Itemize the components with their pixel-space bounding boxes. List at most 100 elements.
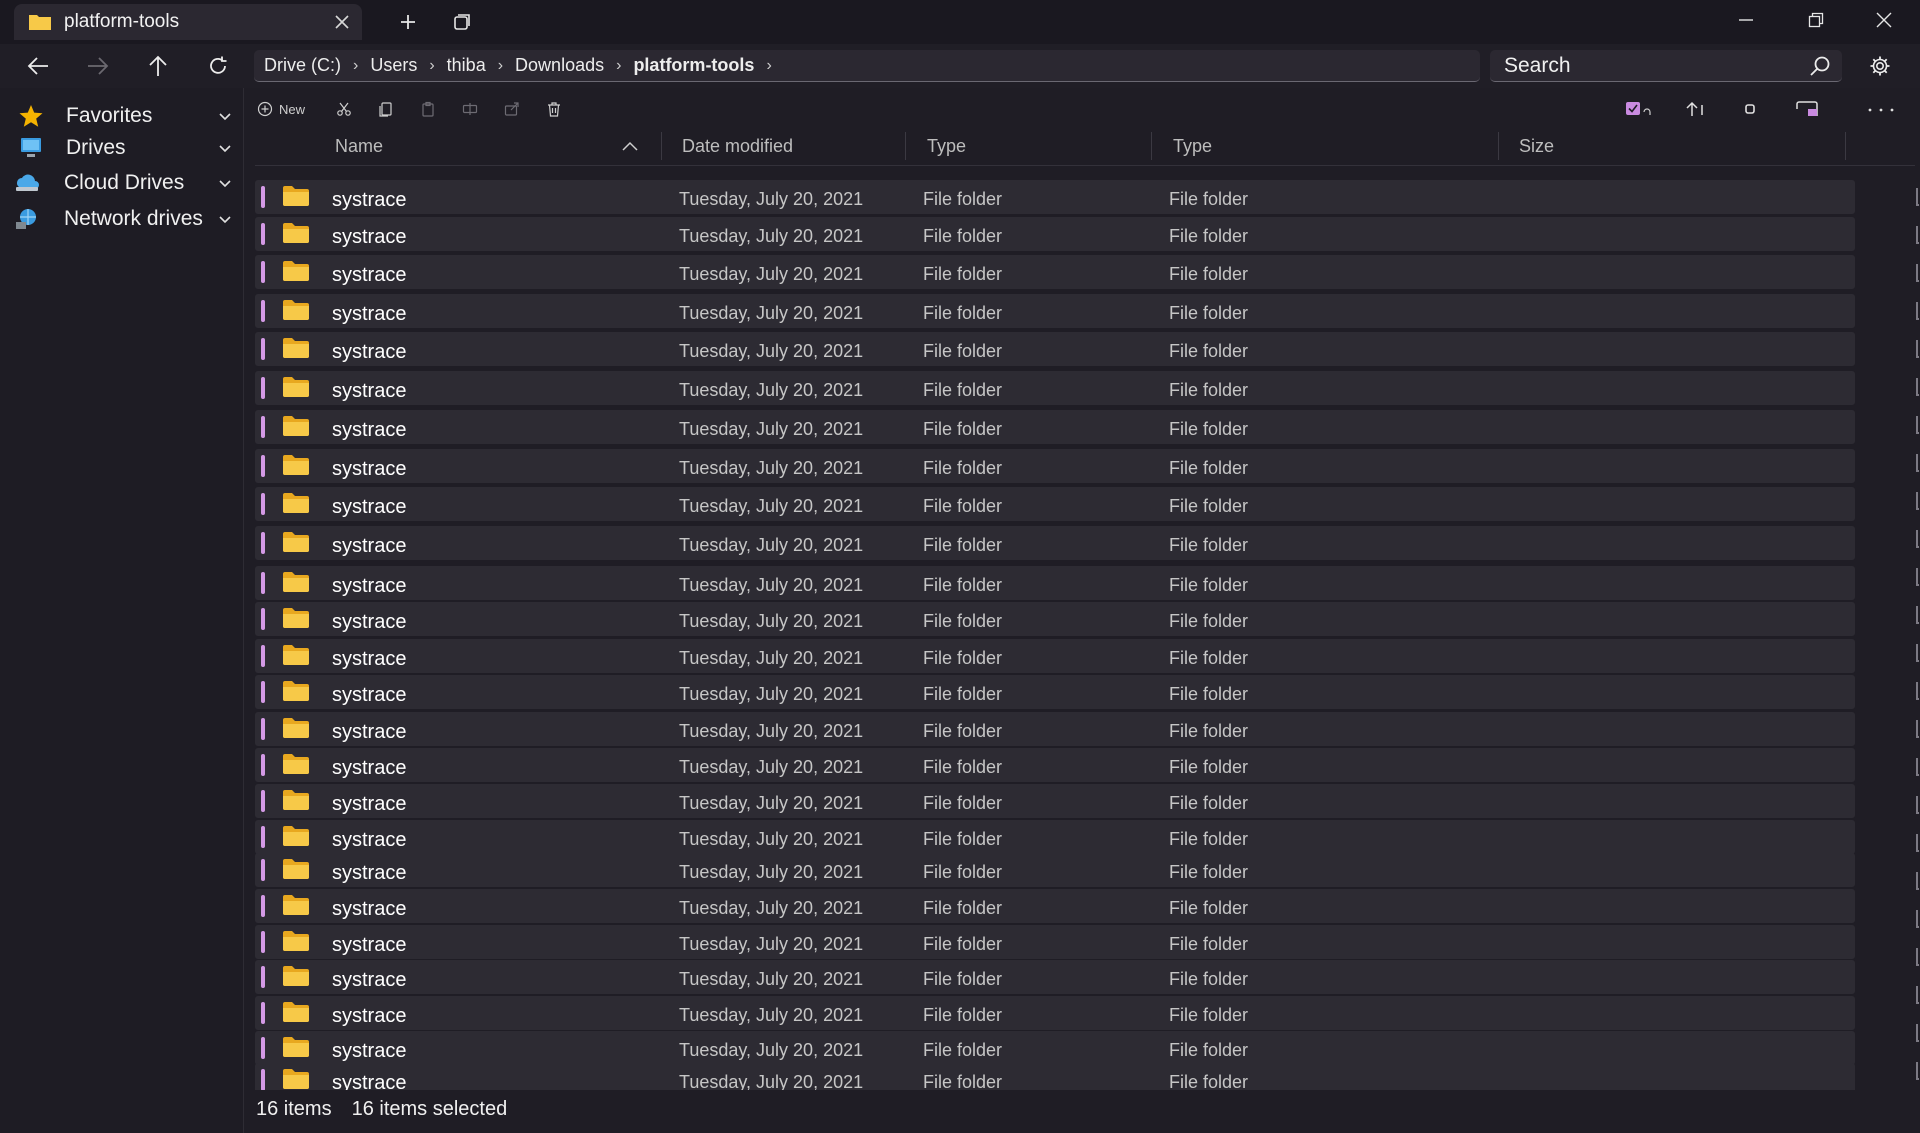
file-name[interactable]: systrace (332, 684, 406, 707)
column-divider[interactable] (661, 132, 662, 160)
chevron-down-icon[interactable] (217, 211, 233, 227)
restore-icon[interactable] (1800, 4, 1832, 36)
column-header-type[interactable]: Type (927, 136, 966, 157)
chevron-right-icon[interactable]: › (498, 57, 503, 75)
refresh-button[interactable] (202, 50, 234, 82)
table-row[interactable]: systrace Tuesday, July 20, 2021 File folde… (255, 410, 1855, 444)
breadcrumb-current[interactable]: platform-tools › (633, 55, 783, 76)
more-options-icon[interactable] (1866, 98, 1896, 120)
table-row[interactable]: systrace Tuesday, July 20, 2021 File folde… (255, 996, 1855, 1030)
column-divider[interactable] (1151, 132, 1152, 160)
table-row[interactable]: systrace Tuesday, July 20, 2021 File folde… (255, 639, 1855, 673)
file-name[interactable]: systrace (332, 829, 406, 852)
sort-ascending-icon[interactable] (621, 140, 639, 152)
column-header-size[interactable]: Size (1519, 136, 1554, 157)
copy-button[interactable] (378, 98, 400, 120)
column-divider[interactable] (905, 132, 906, 160)
table-row[interactable]: systrace Tuesday, July 20, 2021 File folde… (255, 1063, 1855, 1090)
table-row[interactable]: systrace Tuesday, July 20, 2021 File folde… (255, 371, 1855, 405)
file-name[interactable]: systrace (332, 757, 406, 780)
table-row[interactable]: systrace Tuesday, July 20, 2021 File folde… (255, 217, 1855, 251)
file-name[interactable]: systrace (332, 380, 406, 403)
file-name[interactable]: systrace (332, 969, 406, 992)
rename-button[interactable] (462, 98, 484, 120)
new-tab-icon[interactable] (392, 6, 424, 38)
search-input[interactable]: Search (1490, 50, 1842, 82)
preview-pane-button[interactable] (1792, 98, 1822, 120)
file-name[interactable]: systrace (332, 496, 406, 519)
chevron-right-icon[interactable]: › (353, 57, 358, 75)
table-row[interactable]: systrace Tuesday, July 20, 2021 File folde… (255, 889, 1855, 923)
column-header-type-2[interactable]: Type (1173, 136, 1212, 157)
chevron-down-icon[interactable] (217, 140, 233, 156)
close-tab-icon[interactable] (328, 8, 356, 36)
file-name[interactable]: systrace (332, 648, 406, 671)
chevron-down-icon[interactable] (217, 108, 233, 124)
file-name[interactable]: systrace (332, 419, 406, 442)
column-header-name[interactable]: Name (335, 136, 383, 157)
minimize-icon[interactable] (1730, 4, 1762, 36)
up-button[interactable] (142, 50, 174, 82)
file-name[interactable]: systrace (332, 458, 406, 481)
delete-button[interactable] (546, 98, 568, 120)
table-row[interactable]: systrace Tuesday, July 20, 2021 File folde… (255, 487, 1855, 521)
file-name[interactable]: systrace (332, 1072, 406, 1090)
file-name[interactable]: systrace (332, 862, 406, 885)
table-row[interactable]: systrace Tuesday, July 20, 2021 File folde… (255, 820, 1855, 854)
file-name[interactable]: systrace (332, 189, 406, 212)
file-name[interactable]: systrace (332, 721, 406, 744)
layout-button[interactable] (1735, 98, 1765, 120)
close-window-icon[interactable] (1868, 4, 1900, 36)
table-row[interactable]: systrace Tuesday, July 20, 2021 File folde… (255, 332, 1855, 366)
file-name[interactable]: systrace (332, 226, 406, 249)
table-row[interactable]: systrace Tuesday, July 20, 2021 File folde… (255, 255, 1855, 289)
back-button[interactable] (22, 50, 54, 82)
breadcrumb[interactable]: Drive (C:) › Users › thiba › Downloads › pla… (254, 50, 1480, 82)
sidebar-item-drives[interactable]: Drives (0, 131, 243, 165)
file-name[interactable]: systrace (332, 611, 406, 634)
column-divider[interactable] (1498, 132, 1499, 160)
sort-button[interactable] (1680, 98, 1710, 120)
tab-actions-icon[interactable] (446, 6, 478, 38)
column-header-date-modified[interactable]: Date modified (682, 136, 793, 157)
sidebar-item-network-drives[interactable]: Network drives (0, 202, 243, 236)
settings-button[interactable] (1864, 50, 1896, 82)
file-name[interactable]: systrace (332, 303, 406, 326)
breadcrumb-item[interactable]: Downloads › (515, 55, 633, 76)
table-row[interactable]: systrace Tuesday, July 20, 2021 File folde… (255, 712, 1855, 746)
file-name[interactable]: systrace (332, 575, 406, 598)
search-icon[interactable] (1808, 54, 1832, 78)
share-button[interactable] (504, 98, 526, 120)
table-row[interactable]: systrace Tuesday, July 20, 2021 File folde… (255, 784, 1855, 818)
table-row[interactable]: systrace Tuesday, July 20, 2021 File folde… (255, 180, 1855, 214)
file-name[interactable]: systrace (332, 934, 406, 957)
new-button[interactable]: New (257, 98, 305, 120)
table-row[interactable]: systrace Tuesday, July 20, 2021 File folde… (255, 294, 1855, 328)
file-name[interactable]: systrace (332, 264, 406, 287)
breadcrumb-item[interactable]: Users › (370, 55, 446, 76)
vertical-scrollbar[interactable] (1912, 180, 1920, 1090)
table-row[interactable]: systrace Tuesday, July 20, 2021 File folde… (255, 960, 1855, 994)
table-row[interactable]: systrace Tuesday, July 20, 2021 File folde… (255, 449, 1855, 483)
paste-button[interactable] (420, 98, 442, 120)
tab-platform-tools[interactable]: platform-tools (14, 4, 362, 40)
forward-button[interactable] (82, 50, 114, 82)
select-all-button[interactable] (1623, 98, 1653, 120)
table-row[interactable]: systrace Tuesday, July 20, 2021 File folde… (255, 566, 1855, 600)
table-row[interactable]: systrace Tuesday, July 20, 2021 File folde… (255, 526, 1855, 560)
chevron-right-icon[interactable]: › (616, 57, 621, 75)
sidebar-item-favorites[interactable]: Favorites (0, 99, 243, 133)
file-name[interactable]: systrace (332, 793, 406, 816)
file-name[interactable]: systrace (332, 341, 406, 364)
chevron-right-icon[interactable]: › (429, 57, 434, 75)
file-name[interactable]: systrace (332, 535, 406, 558)
table-row[interactable]: systrace Tuesday, July 20, 2021 File folde… (255, 925, 1855, 959)
table-row[interactable]: systrace Tuesday, July 20, 2021 File folde… (255, 675, 1855, 709)
chevron-right-icon[interactable]: › (766, 57, 771, 75)
table-row[interactable]: systrace Tuesday, July 20, 2021 File folde… (255, 1031, 1855, 1065)
column-divider[interactable] (1845, 132, 1846, 160)
table-row[interactable]: systrace Tuesday, July 20, 2021 File folde… (255, 853, 1855, 887)
breadcrumb-item[interactable]: thiba › (447, 55, 515, 76)
sidebar-item-cloud-drives[interactable]: Cloud Drives (0, 166, 243, 200)
file-name[interactable]: systrace (332, 898, 406, 921)
